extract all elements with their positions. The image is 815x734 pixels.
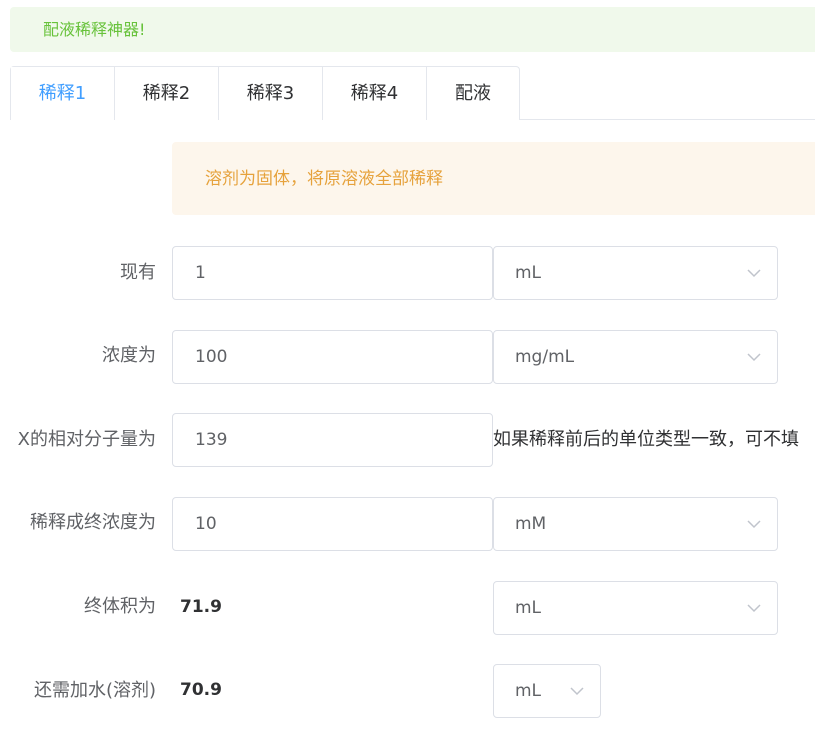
water-needed-unit-select[interactable]: mL <box>493 664 601 718</box>
success-banner: 配液稀释神器! <box>10 7 815 52</box>
chevron-down-icon <box>747 268 761 278</box>
banner-text: 配液稀释神器! <box>43 20 146 39</box>
tab-preparation[interactable]: 配液 <box>426 67 519 120</box>
tab-dilution-2[interactable]: 稀释2 <box>114 67 218 120</box>
water-needed-label: 还需加水(溶剂) <box>33 680 156 701</box>
tab-dilution-1[interactable]: 稀释1 <box>11 67 114 121</box>
current-amount-unit-value: mL <box>515 263 542 283</box>
tab-dilution-3[interactable]: 稀释3 <box>218 67 322 120</box>
concentration-unit-select[interactable]: mg/mL <box>493 330 778 384</box>
final-volume-unit-value: mL <box>515 598 542 618</box>
current-amount-label: 现有 <box>120 262 156 283</box>
final-concentration-label: 稀释成终浓度为 <box>30 512 156 533</box>
chevron-down-icon <box>747 352 761 362</box>
tab-bar: 稀释1 稀释2 稀释3 稀释4 配液 <box>10 66 815 121</box>
concentration-label: 浓度为 <box>102 345 156 366</box>
info-alert: 溶剂为固体，将原溶液全部稀释 <box>172 142 815 215</box>
final-concentration-input[interactable]: 10 <box>172 497 493 551</box>
info-alert-text: 溶剂为固体，将原溶液全部稀释 <box>205 169 443 189</box>
final-volume-value: 71.9 <box>180 597 222 617</box>
molecular-weight-hint: 如果稀释前后的单位类型一致，可不填 <box>493 429 799 450</box>
water-needed-value: 70.9 <box>180 680 222 700</box>
chevron-down-icon <box>570 686 584 696</box>
final-concentration-unit-value: mM <box>515 514 547 534</box>
concentration-input[interactable]: 100 <box>172 330 493 384</box>
water-needed-unit-value: mL <box>515 681 542 701</box>
molecular-weight-input[interactable]: 139 <box>172 413 493 467</box>
molecular-weight-label: X的相对分子量为 <box>17 429 156 450</box>
final-concentration-unit-select[interactable]: mM <box>493 497 778 551</box>
current-amount-unit-select[interactable]: mL <box>493 246 778 300</box>
final-volume-label: 终体积为 <box>84 596 156 617</box>
tab-dilution-4[interactable]: 稀释4 <box>322 67 426 120</box>
current-amount-input[interactable]: 1 <box>172 246 493 300</box>
chevron-down-icon <box>747 603 761 613</box>
final-volume-unit-select[interactable]: mL <box>493 581 778 635</box>
chevron-down-icon <box>747 519 761 529</box>
tab-list: 稀释1 稀释2 稀释3 稀释4 配液 <box>10 66 520 121</box>
concentration-unit-value: mg/mL <box>515 347 575 367</box>
